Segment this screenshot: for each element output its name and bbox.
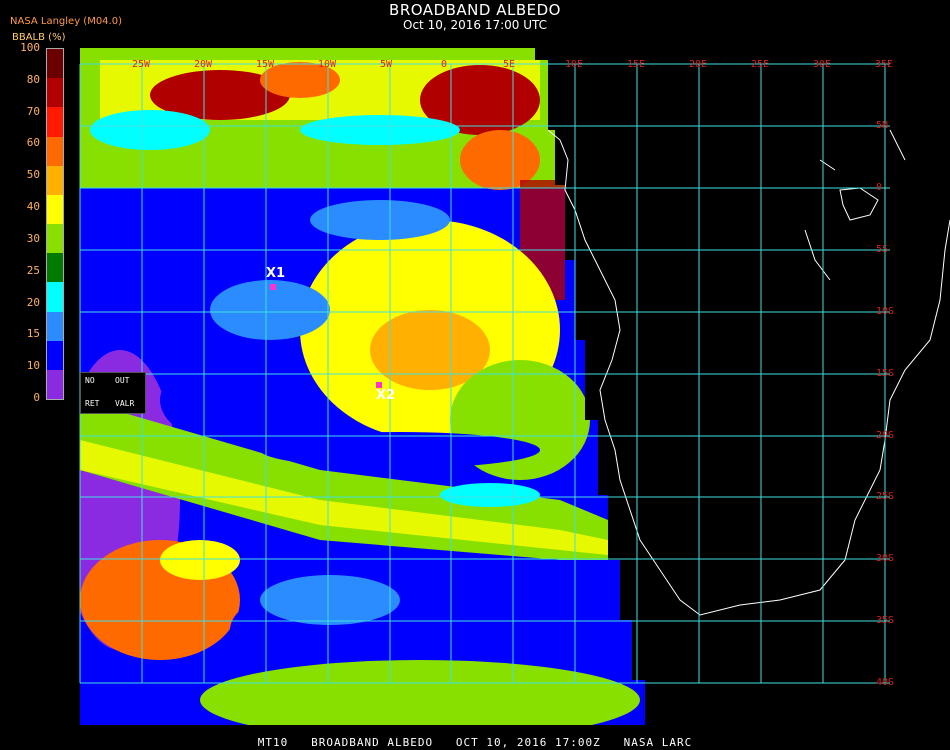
colorbar-segment: [47, 165, 63, 196]
colorbar-tick-label: 15: [26, 327, 40, 341]
colorbar-tick-label: 30: [26, 231, 40, 245]
marker-x1-dot: [270, 284, 276, 290]
colorbar-segment: [47, 107, 63, 137]
status-ret: RET: [85, 399, 100, 408]
latitude-label: 0: [876, 182, 883, 193]
colorbar-tick-label: 100: [20, 41, 40, 54]
marker-x1-label: X1: [266, 266, 286, 281]
longitude-label: 10W: [318, 59, 337, 70]
longitude-label: 35E: [875, 59, 894, 70]
colorbar-tick-label: 25: [26, 263, 40, 277]
latitude-label: 5S: [876, 244, 889, 255]
colorbar-segment: [47, 311, 63, 342]
latitude-label: 35S: [876, 615, 895, 626]
latitude-label: 30S: [876, 553, 895, 564]
map-datetime: Oct 10, 2016 17:00 UTC: [403, 18, 547, 32]
colorbar-segment: [47, 282, 63, 312]
status-box: NO OUT RET VALR: [80, 372, 146, 414]
latitude-label: 5N: [876, 120, 889, 131]
status-no: NO: [85, 376, 95, 385]
albedo-swath: [80, 48, 645, 725]
longitude-label: 20W: [194, 59, 213, 70]
colorbar-segment: [47, 136, 63, 167]
latitude-label: 25S: [876, 491, 895, 502]
longitude-label: 20E: [689, 59, 708, 70]
longitude-label: 15W: [256, 59, 275, 70]
colorbar-segment: [47, 369, 63, 400]
marker-x2-label: X2: [376, 388, 396, 403]
longitude-label: 30E: [813, 59, 832, 70]
latitude-label: 15S: [876, 368, 895, 379]
map-title: BROADBAND ALBEDO: [389, 1, 561, 19]
longitude-label: 25W: [132, 59, 151, 70]
colorbar-tick-label: 20: [26, 295, 40, 309]
producer-label: NASA Langley (M04.0): [10, 16, 122, 27]
colorbar-segment: [47, 253, 63, 283]
colorbar-tick-label: 0: [33, 391, 40, 404]
colorbar-tick-label: 70: [26, 104, 40, 118]
colorbar: [46, 48, 64, 400]
status-out: OUT: [115, 376, 130, 385]
longitude-label: 5E: [503, 59, 516, 70]
colorbar-segment: [47, 194, 63, 225]
longitude-label: 5W: [380, 59, 393, 70]
colorbar-tick-label: 60: [26, 136, 40, 150]
latitude-label: 10S: [876, 306, 895, 317]
colorbar-tick-label: 80: [26, 72, 40, 86]
latitude-label: 40S: [876, 677, 895, 688]
longitude-label: 25E: [751, 59, 770, 70]
colorbar-tick-label: 40: [26, 200, 40, 214]
footer-caption: MT10 BROADBAND ALBEDO OCT 10, 2016 17:00…: [257, 736, 693, 749]
colorbar-segment: [47, 49, 63, 79]
longitude-label: 10E: [565, 59, 584, 70]
status-valr: VALR: [115, 399, 135, 408]
colorbar-tick-label: 50: [26, 168, 40, 182]
colorbar-segment: [47, 224, 63, 254]
longitude-label: 0: [441, 59, 448, 70]
colorbar-segment: [47, 340, 63, 371]
colorbar-tick-label: 10: [26, 359, 40, 373]
latitude-label: 20S: [876, 430, 895, 441]
longitude-label: 15E: [627, 59, 646, 70]
colorbar-segment: [47, 78, 63, 108]
